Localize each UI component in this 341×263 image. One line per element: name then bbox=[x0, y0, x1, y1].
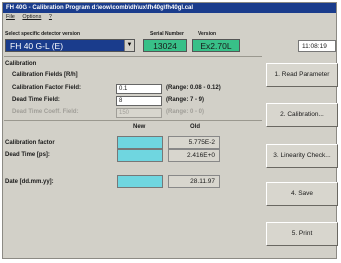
new-column-header: New bbox=[133, 124, 146, 130]
dead-time-coeff-input: 150 bbox=[116, 108, 162, 118]
menu-file[interactable]: File bbox=[6, 14, 15, 20]
detector-version-label: Select specific detector version bbox=[5, 31, 81, 37]
cal-factor-old-value: 5.775E-2 bbox=[168, 136, 220, 149]
dead-time-field-label: Dead Time Field: bbox=[12, 97, 60, 103]
version-label: Version bbox=[198, 31, 217, 37]
factor-field-label: Calibration Factor Field: bbox=[12, 85, 82, 91]
date-label: Date [dd.mm.yy]: bbox=[5, 179, 54, 185]
detector-version-value: FH 40 G-L (E) bbox=[10, 41, 64, 51]
clock-display: 11:08:19 bbox=[298, 40, 336, 52]
chevron-down-icon[interactable]: ▼ bbox=[124, 40, 134, 51]
factor-field-input[interactable]: 0.1 bbox=[116, 84, 162, 94]
dead-time-old-value: 2.416E+0 bbox=[168, 149, 220, 162]
dead-time-field-input[interactable]: 8 bbox=[116, 96, 162, 106]
read-parameter-button[interactable]: 1. Read Parameter bbox=[266, 63, 338, 87]
cal-factor-new-value bbox=[117, 136, 163, 149]
detector-version-select[interactable]: FH 40 G-L (E) ▼ bbox=[5, 39, 135, 52]
section-divider bbox=[4, 120, 262, 121]
menu-help[interactable]: ? bbox=[49, 14, 52, 20]
save-button[interactable]: 4. Save bbox=[266, 182, 338, 206]
dead-time-new-value bbox=[117, 149, 163, 162]
date-old-value: 28.11.97 bbox=[168, 175, 220, 188]
dead-time-coeff-range: (Range: 0 - 0) bbox=[166, 109, 205, 115]
old-column-header: Old bbox=[190, 124, 200, 130]
calibration-section-title: Calibration bbox=[5, 61, 37, 67]
linearity-check-button[interactable]: 3. Linearity Check... bbox=[266, 144, 338, 168]
menu-bar: File Options ? bbox=[3, 13, 336, 21]
header-divider bbox=[4, 56, 262, 57]
window-title: FH 40G - Calibration Program d:\eow\comb… bbox=[3, 3, 336, 13]
factor-field-range: (Range: 0.08 - 0.12) bbox=[166, 85, 221, 91]
serial-number-label: Serial Number bbox=[150, 31, 184, 37]
dead-time-field-range: (Range: 7 - 9) bbox=[166, 97, 205, 103]
serial-number-value: 13024 bbox=[143, 39, 187, 52]
dead-time-coeff-label: Dead Time Coeff. Field: bbox=[12, 109, 79, 115]
calibration-button[interactable]: 2. Calibration... bbox=[266, 103, 338, 127]
menu-options[interactable]: Options bbox=[22, 14, 41, 20]
print-button[interactable]: 5. Print bbox=[266, 222, 338, 246]
date-new-value bbox=[117, 175, 163, 188]
calibration-fields-title: Calibration Fields [R/h] bbox=[12, 72, 78, 78]
version-value: Ex2.70L bbox=[192, 39, 240, 52]
cal-factor-label: Calibration factor bbox=[5, 140, 55, 146]
dead-time-result-label: Dead Time [ps]: bbox=[5, 152, 50, 158]
